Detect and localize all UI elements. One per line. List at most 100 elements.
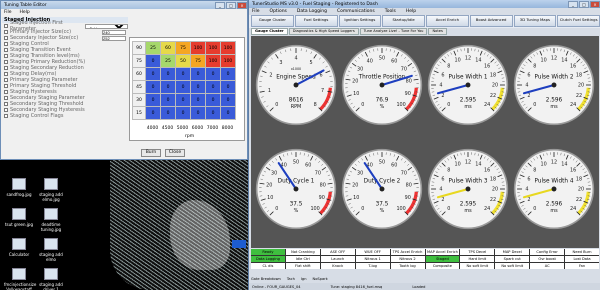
desktop-icon[interactable]: tsut green.jpg [4,208,34,227]
table-cell[interactable]: 0 [220,67,236,81]
burn-button[interactable]: Burn [141,149,161,157]
table-cell[interactable]: 0 [145,106,161,120]
bottom-tab[interactable]: Tach [287,277,295,281]
setting-checkbox[interactable] [4,78,8,82]
table-cell[interactable]: 25 [160,54,176,68]
toolbar-button[interactable]: Ignition Settings [338,15,382,27]
gauge[interactable]: 010203040 50 60708090100Duty Cycle 137.5% [255,148,337,230]
desktop-icon[interactable]: Calculator [4,238,34,257]
ts-tab[interactable]: Diagnostics & High Speed Loggers [288,28,359,35]
toolbar-button[interactable]: Startup/Idle [382,15,425,27]
maximize-button[interactable]: □ [226,1,236,9]
table-cell[interactable]: 0 [205,67,221,81]
table-cell[interactable]: 25 [145,41,161,55]
setting-checkbox[interactable] [4,90,8,94]
setting-checkbox[interactable] [4,96,8,100]
close-button[interactable]: Close [165,149,185,157]
table-cell[interactable]: 0 [190,106,206,120]
toolbar-button[interactable]: Boost Advanced [469,15,513,27]
ts-close-button[interactable]: × [590,0,600,8]
ts-menu-item[interactable]: Options [270,9,287,14]
table-cell[interactable]: 60 [160,41,176,55]
ts-tab[interactable]: Notes [428,28,447,35]
toolbar-button[interactable]: 3D Tuning Maps [513,15,557,27]
menu-help[interactable]: Help [20,10,30,15]
table-cell[interactable]: 0 [190,80,206,94]
table-cell[interactable]: 0 [175,106,191,120]
table-cell[interactable]: 100 [205,54,221,68]
ts-menu-item[interactable]: Data Logging [297,9,327,14]
ts-menu-item[interactable]: Help [406,9,416,14]
table-cell[interactable]: 75 [190,54,206,68]
gauge[interactable]: 0246810 12 141618202224Pulse Width 42.596m… [513,148,595,230]
table-cell[interactable]: 0 [175,93,191,107]
toolbar-button[interactable]: Fuel Settings [294,15,338,27]
table-cell[interactable]: 0 [160,80,176,94]
setting-input[interactable] [102,35,126,41]
table-cell[interactable]: 0 [145,67,161,81]
setting-checkbox[interactable] [4,84,8,88]
gauge[interactable]: 0246810 12 141618202224Pulse Width 22.596m… [513,44,595,126]
setting-checkbox[interactable] [4,54,8,58]
setting-checkbox[interactable] [4,48,8,52]
table-cell[interactable]: 0 [220,80,236,94]
table-cell[interactable]: 0 [175,67,191,81]
table-cell[interactable]: 0 [205,80,221,94]
setting-checkbox[interactable] [4,30,8,34]
desktop-icon[interactable]: staging add driver 1 [36,268,66,290]
minimize-button[interactable]: _ [215,1,225,9]
ts-maximize-button[interactable]: □ [579,0,589,8]
table-cell[interactable]: 100 [220,41,236,55]
table-cell[interactable]: 50 [175,54,191,68]
table-cell[interactable]: 0 [205,106,221,120]
setting-checkbox[interactable] [4,24,8,28]
ts-menu-item[interactable]: Communications [337,9,375,14]
gauge[interactable]: 010203040 50 60708090100Throttle Position7… [341,44,423,126]
ts-menu-item[interactable]: File [252,9,260,14]
table-cell[interactable]: 0 [190,93,206,107]
table-cell[interactable]: 0 [205,93,221,107]
gauge[interactable]: 0246810 12 141618202224Pulse Width 32.595m… [427,148,509,230]
desktop-icon[interactable]: staging add elmo.jpg [36,178,66,202]
close-window-button[interactable]: × [237,1,247,9]
setting-checkbox[interactable] [4,108,8,112]
bottom-tab[interactable]: NoSpark [313,277,328,281]
setting-checkbox[interactable] [4,66,8,70]
table-cell[interactable]: 0 [160,93,176,107]
table-cell[interactable]: 75 [175,41,191,55]
gauge[interactable]: 012345678Engine Speed8616RPMx1000 [255,44,337,126]
table-cell[interactable]: 100 [205,41,221,55]
desktop-icon[interactable]: staging add elmo [36,238,66,262]
ts-menu-item[interactable]: Tools [385,9,396,14]
setting-checkbox[interactable] [4,36,8,40]
bottom-tab[interactable]: Ign [301,277,307,281]
ts-tab[interactable]: Gauge Cluster [251,28,288,35]
toolbar-button[interactable]: Accel Enrich [426,15,469,27]
gauge[interactable]: 0246810 12 141618202224Pulse Width 12.595m… [427,44,509,126]
desktop-icon[interactable]: deadtime tuning.jpg [36,208,66,232]
setting-input[interactable] [102,29,126,35]
staging-grid[interactable]: 90 25 60 75 100 100 100 75 0 25 50 75 100 100 60 0 0 0 0 0 0… [132,41,236,120]
table-cell[interactable]: 0 [145,93,161,107]
table-cell[interactable]: 0 [145,54,161,68]
setting-select[interactable]: Table [84,23,128,29]
ts-minimize-button[interactable]: _ [568,0,578,8]
setting-checkbox[interactable] [4,114,8,118]
table-cell[interactable]: 0 [220,106,236,120]
setting-checkbox[interactable] [4,42,8,46]
toolbar-button[interactable]: Clutch Fuel Settings [557,15,600,27]
bottom-tab[interactable]: Gate Breakdown [251,277,281,281]
gauge[interactable]: 010203040 50 60708090100Duty Cycle 237.5% [341,148,423,230]
setting-checkbox[interactable] [4,72,8,76]
toolbar-button[interactable]: Gauge Cluster [251,15,294,27]
table-cell[interactable]: 100 [220,54,236,68]
table-cell[interactable]: 0 [220,93,236,107]
table-cell[interactable]: 0 [145,80,161,94]
table-cell[interactable]: 0 [175,80,191,94]
table-cell[interactable]: 0 [190,67,206,81]
menu-file[interactable]: File [4,10,12,15]
ts-tab[interactable]: Tune Analyze Live! - Tune For You [359,28,428,35]
table-cell[interactable]: 100 [190,41,206,55]
table-cell[interactable]: 0 [160,67,176,81]
desktop-icon[interactable]: fmcinjectionsize Volkwagstaff [4,268,36,290]
